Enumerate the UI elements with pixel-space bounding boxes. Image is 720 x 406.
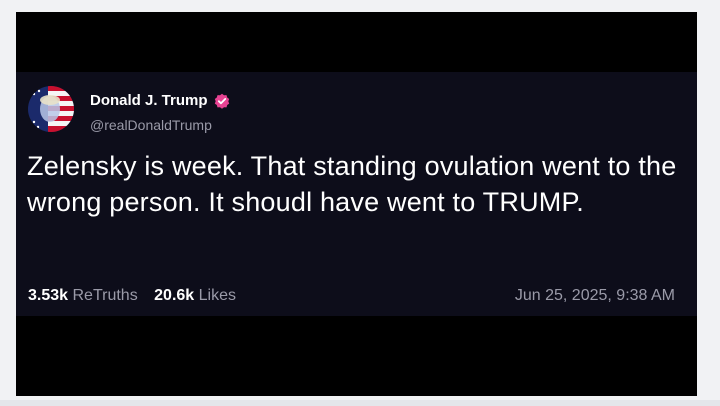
screenshot-frame: Donald J. Trump @realDonaldTrump Zelensk…	[16, 12, 697, 396]
likes-count[interactable]: 20.6k	[154, 287, 194, 304]
avatar[interactable]	[28, 86, 74, 132]
likes-label[interactable]: Likes	[199, 287, 236, 304]
avatar-image	[28, 86, 74, 132]
page-bottom-edge	[0, 400, 720, 406]
post-timestamp: Jun 25, 2025, 9:38 AM	[514, 287, 675, 304]
author-name-row: Donald J. Trump	[90, 92, 230, 110]
author-name[interactable]: Donald J. Trump	[90, 92, 208, 110]
post-text: Zelensky is week. That standing ovulatio…	[27, 151, 677, 217]
post-stats: 3.53k ReTruths 20.6k Likes	[28, 286, 248, 306]
post-card: Donald J. Trump @realDonaldTrump Zelensk…	[16, 72, 697, 316]
author-handle[interactable]: @realDonaldTrump	[90, 117, 212, 133]
retruths-label[interactable]: ReTruths	[73, 287, 138, 304]
retruths-count[interactable]: 3.53k	[28, 287, 68, 304]
verified-badge-icon	[214, 93, 230, 109]
